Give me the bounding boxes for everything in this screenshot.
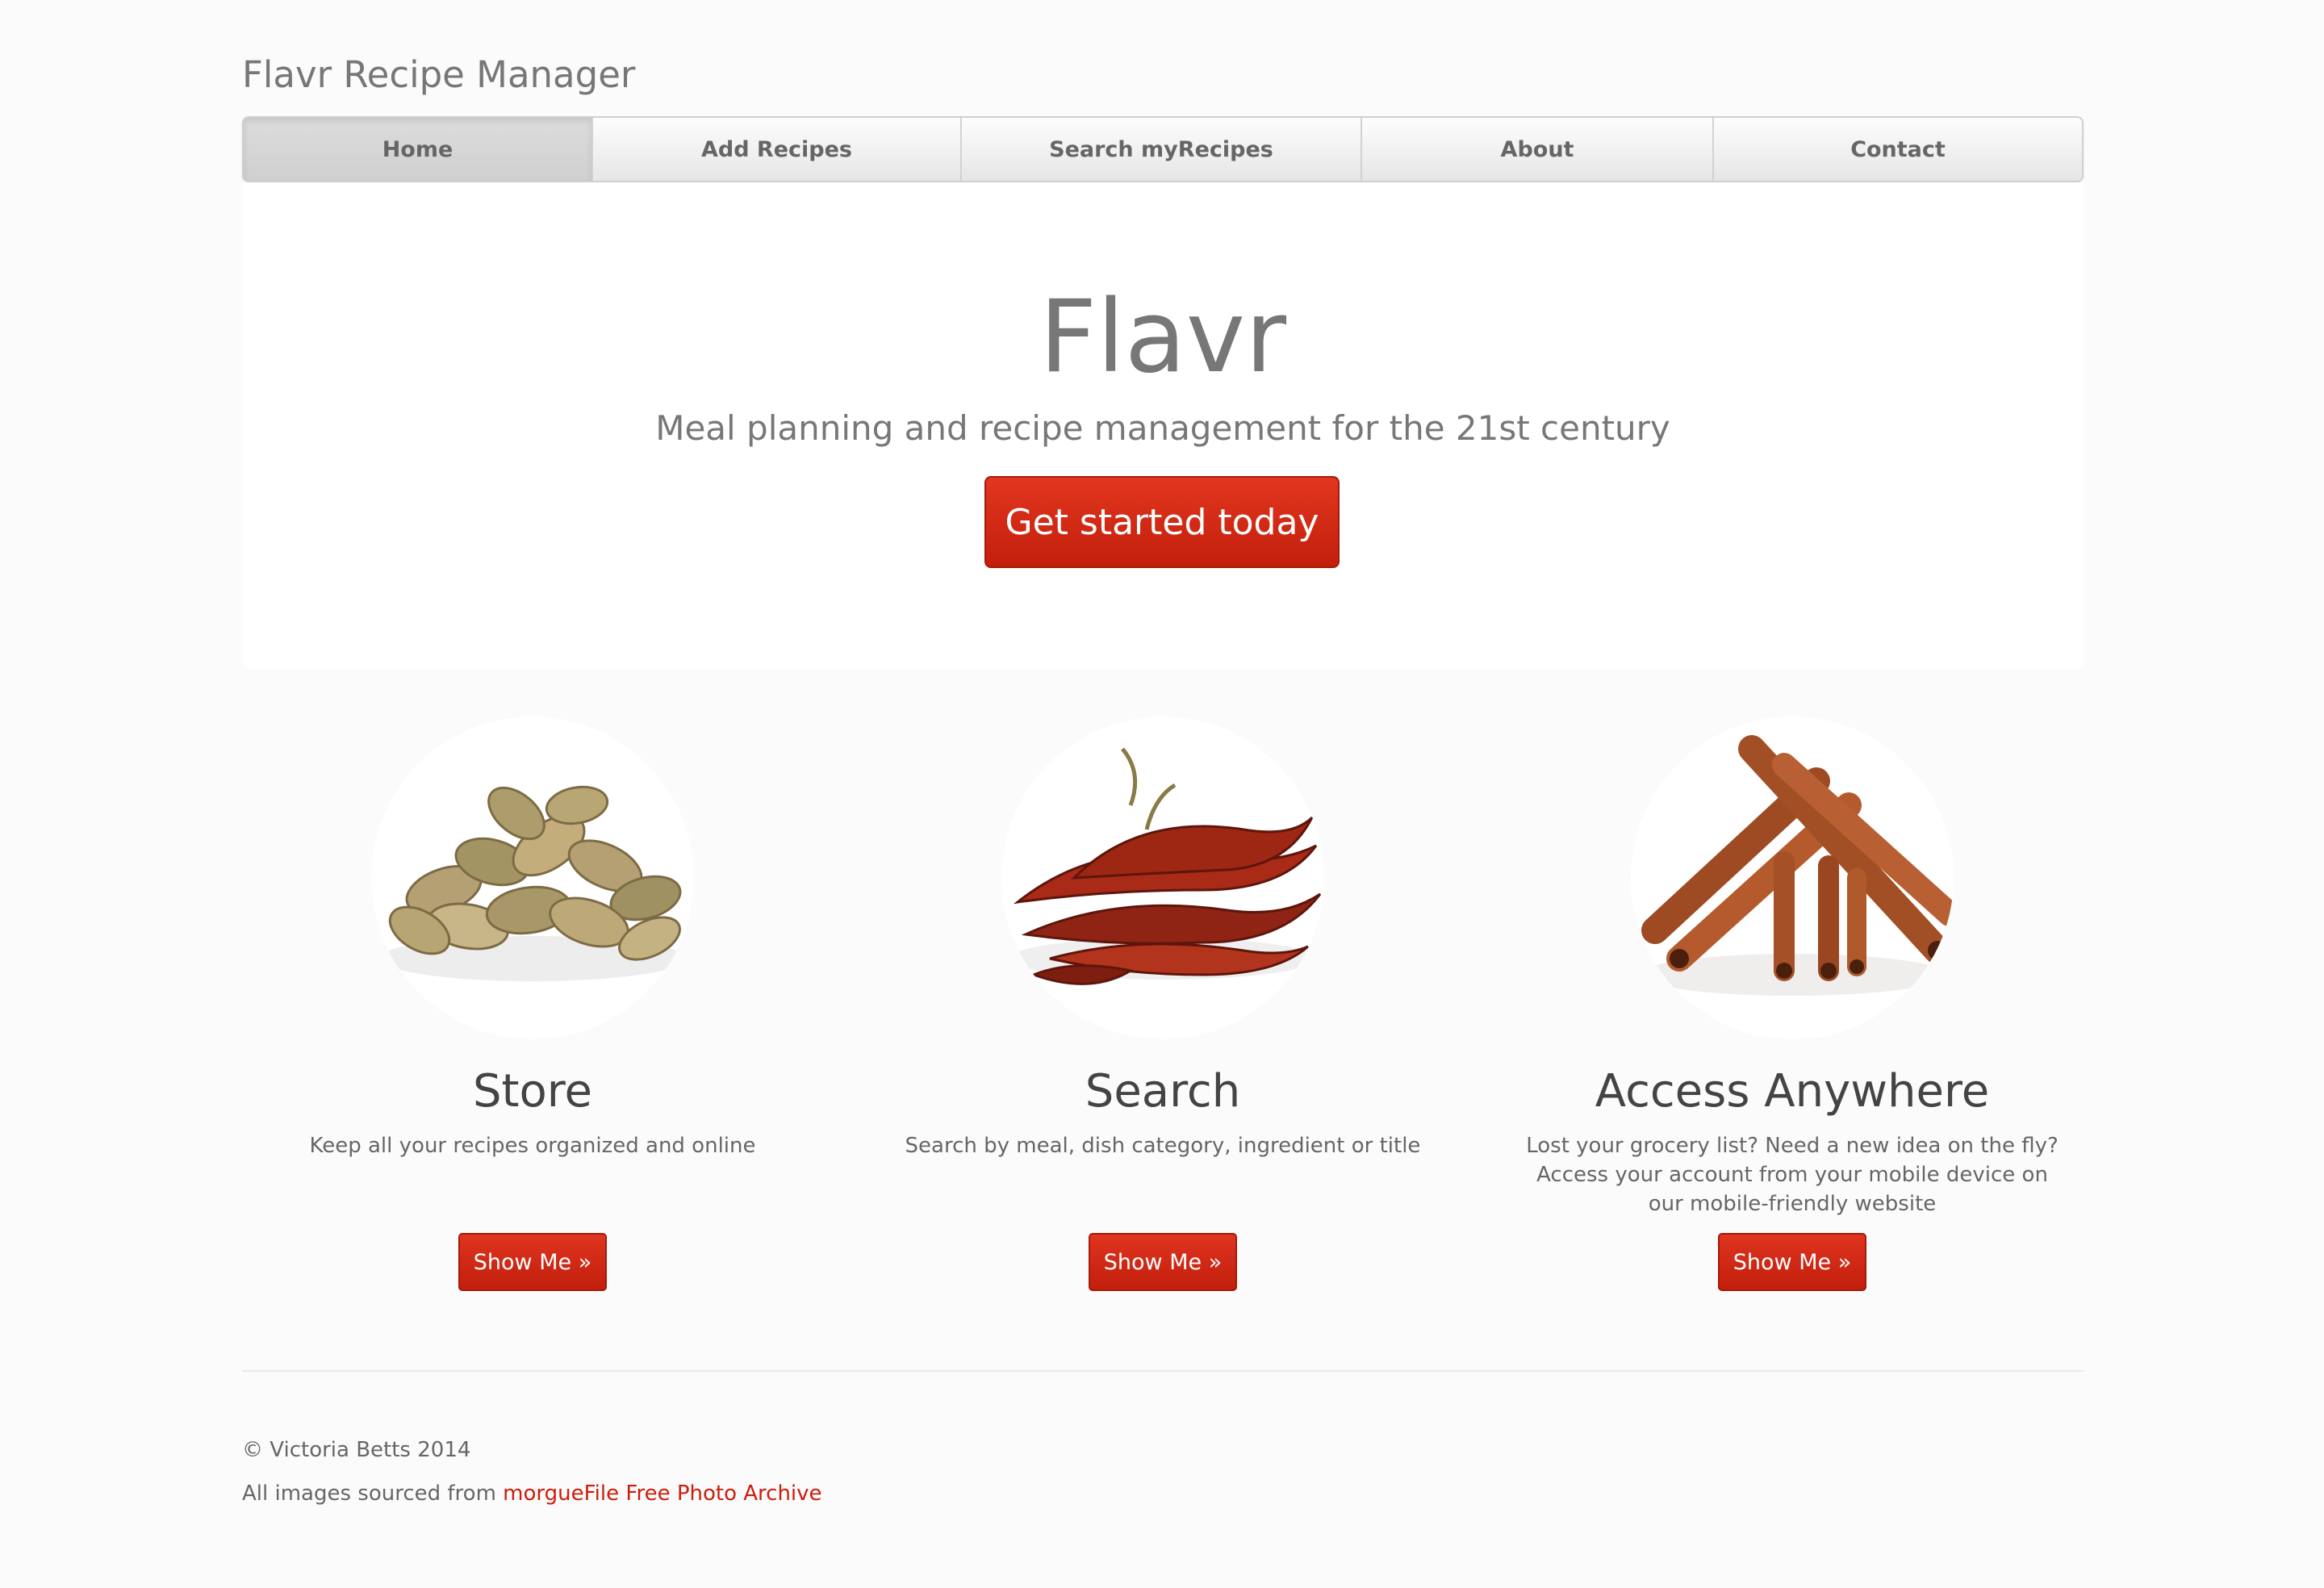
feature-store-description: Keep all your recipes organized and onli… <box>309 1134 756 1158</box>
cardamom-pods-image <box>371 717 694 1039</box>
hero-title: Flavr <box>1039 279 1287 395</box>
footer-divider <box>242 1370 2084 1372</box>
nav-item-contact[interactable]: Contact <box>1714 118 2082 181</box>
feature-access-anywhere-description: Lost your grocery list? Need a new idea … <box>1526 1134 2059 1216</box>
access-anywhere-show-me-button[interactable]: Show Me » <box>1718 1233 1866 1291</box>
hero-jumbotron: Flavr Meal planning and recipe managemen… <box>242 182 2084 670</box>
cinnamon-sticks-image <box>1631 717 1954 1039</box>
footer-copyright: © Victoria Betts 2014 <box>242 1438 471 1462</box>
footer-credit-prefix: All images sourced from <box>242 1481 504 1506</box>
main-navbar: Home Add Recipes Search myRecipes About … <box>242 116 2084 182</box>
nav-item-add-recipes[interactable]: Add Recipes <box>593 118 962 181</box>
cardamom-pods-illustration <box>371 717 694 1039</box>
dried-chili-peppers-image <box>1001 717 1324 1039</box>
feature-store-title: Store <box>472 1065 592 1118</box>
footer-image-credit: All images sourced from morgueFile Free … <box>242 1481 822 1506</box>
feature-access-anywhere-title: Access Anywhere <box>1595 1065 1990 1118</box>
chili-peppers-illustration <box>1001 717 1324 1039</box>
cinnamon-sticks-illustration <box>1631 717 1954 1039</box>
feature-search-title: Search <box>1085 1065 1241 1118</box>
nav-item-search-myrecipes[interactable]: Search myRecipes <box>962 118 1362 181</box>
feature-search-description: Search by meal, dish category, ingredien… <box>905 1134 1421 1158</box>
nav-item-home[interactable]: Home <box>244 118 593 181</box>
nav-item-about[interactable]: About <box>1362 118 1714 181</box>
store-show-me-button[interactable]: Show Me » <box>458 1233 607 1291</box>
search-show-me-button[interactable]: Show Me » <box>1089 1233 1237 1291</box>
get-started-button[interactable]: Get started today <box>984 476 1340 568</box>
morguefile-link[interactable]: morgueFile Free Photo Archive <box>503 1481 821 1506</box>
site-brand[interactable]: Flavr Recipe Manager <box>242 53 635 96</box>
hero-subtitle: Meal planning and recipe management for … <box>655 408 1670 448</box>
